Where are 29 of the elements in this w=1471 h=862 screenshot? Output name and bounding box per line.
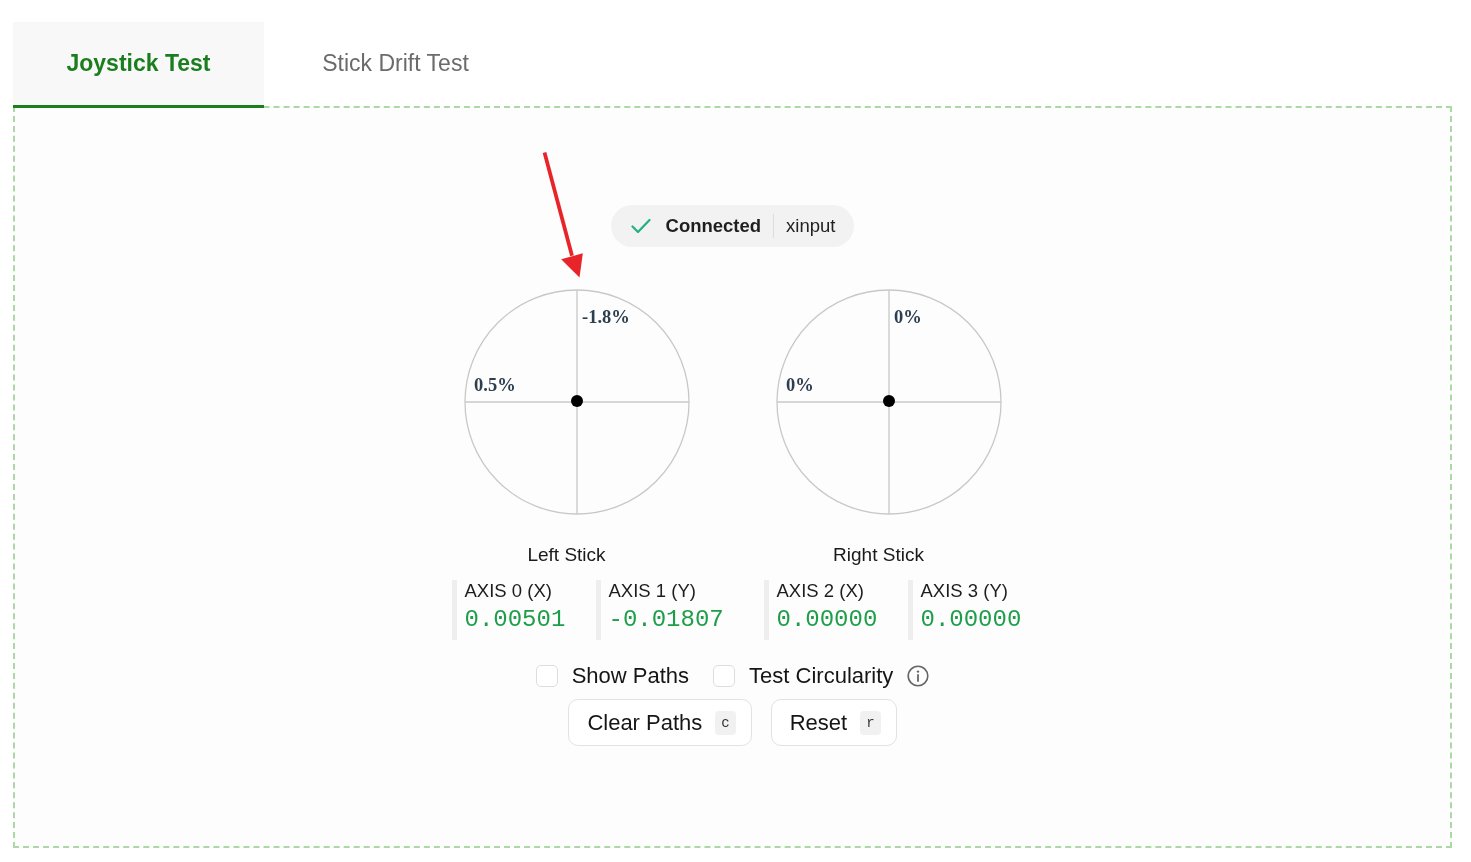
axis-value: 0.00000 <box>776 606 878 633</box>
axis-label: AXIS 2 (X) <box>776 580 865 602</box>
stick-label: Right Stick <box>833 544 924 566</box>
vertical-percent-label: -1.8% <box>581 307 630 327</box>
position-dot-icon <box>570 395 583 407</box>
axis-label: AXIS 3 (Y) <box>920 580 1009 602</box>
action-button[interactable]: Clear Paths c <box>568 699 752 746</box>
position-dot-icon <box>882 395 895 407</box>
checkbox-label[interactable]: Test Circularity <box>749 663 894 689</box>
vertical-percent-label: 0% <box>893 307 922 327</box>
info-icon[interactable] <box>907 665 930 687</box>
input-api-label: xinput <box>786 215 836 237</box>
axis-value: 0.00000 <box>920 606 1022 633</box>
action-button[interactable]: Reset r <box>770 699 897 746</box>
axis-label: AXIS 1 (Y) <box>608 580 697 602</box>
checkbox[interactable] <box>713 665 736 687</box>
checkbox[interactable] <box>535 665 558 687</box>
shortcut-key: r <box>860 710 881 735</box>
shortcut-key: c <box>715 710 736 735</box>
tab[interactable]: Joystick Test <box>13 22 264 108</box>
tab[interactable]: Stick Drift Test <box>264 22 527 108</box>
axis-label: AXIS 0 (X) <box>464 580 553 602</box>
axis-value: -0.01807 <box>608 606 724 633</box>
horizontal-percent-label: 0.5% <box>473 375 516 395</box>
stick-label: Left Stick <box>527 544 606 566</box>
status-label: Connected <box>665 215 762 237</box>
axis-value: 0.00501 <box>464 606 566 633</box>
horizontal-percent-label: 0% <box>785 375 814 395</box>
checkbox-label[interactable]: Show Paths <box>571 663 690 689</box>
